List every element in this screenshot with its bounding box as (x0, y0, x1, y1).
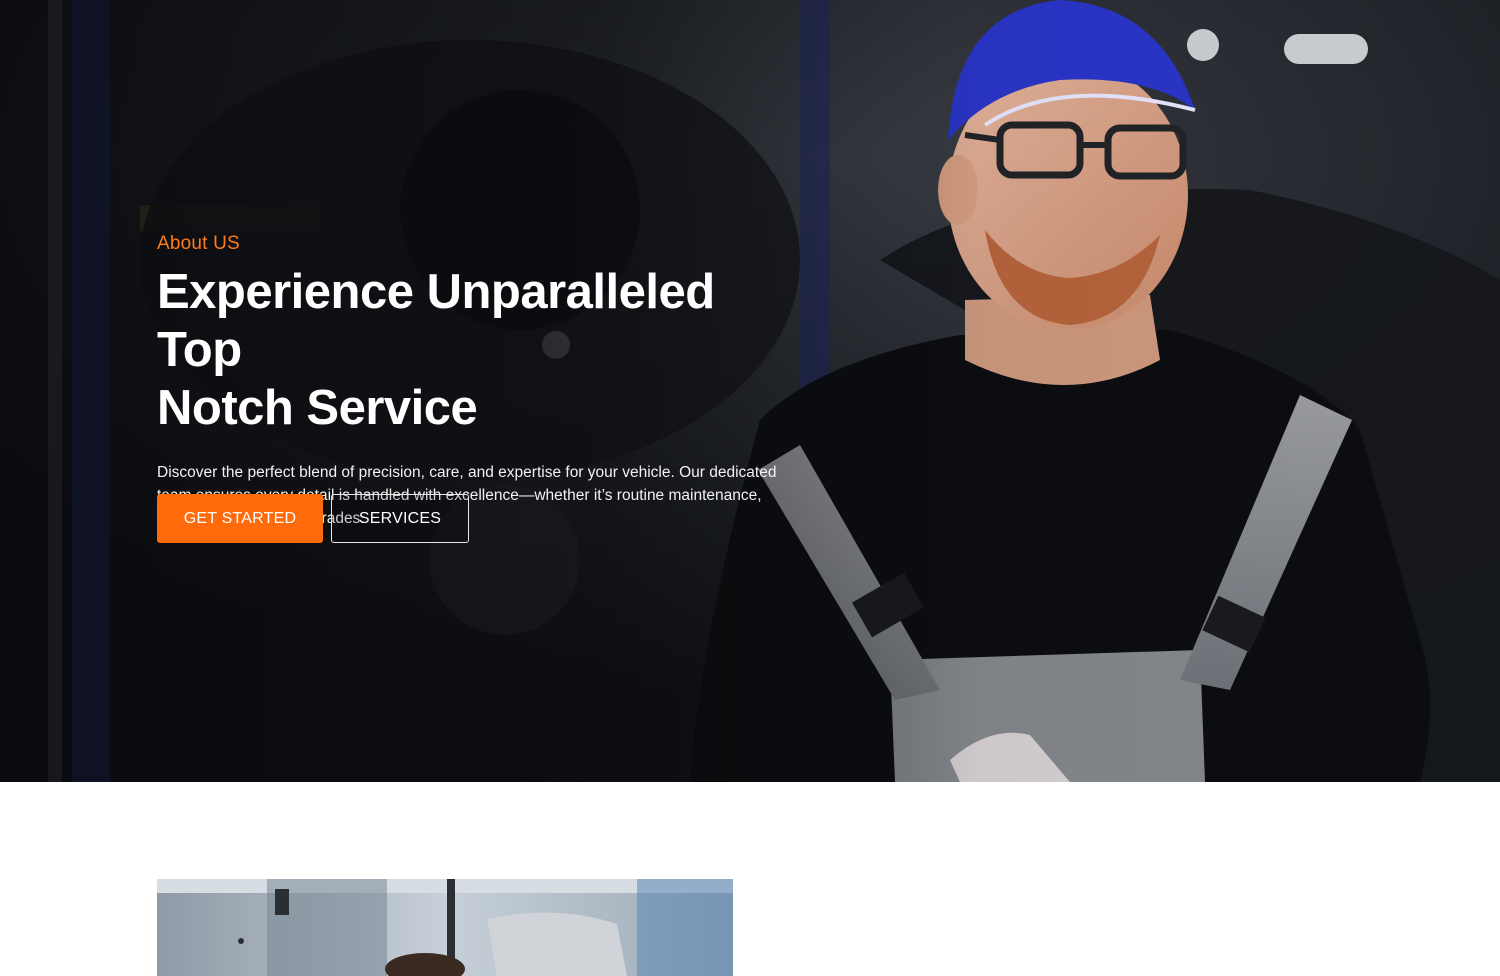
hero-title-line-1: Experience Unparalleled Top (157, 265, 715, 377)
hero-actions: GET STARTED SERVICES (157, 494, 469, 543)
get-started-button[interactable]: GET STARTED (157, 494, 323, 543)
hero-content: About US Experience Unparalleled Top Not… (157, 233, 797, 530)
about-section-image (157, 879, 733, 976)
hero-title: Experience Unparalleled Top Notch Servic… (157, 263, 797, 437)
mechanic-photo (157, 879, 733, 976)
hero-title-line-2: Notch Service (157, 381, 478, 435)
section-eyebrow: About US (157, 233, 240, 254)
hero-section: About US Experience Unparalleled Top Not… (0, 0, 1500, 782)
services-button[interactable]: SERVICES (331, 494, 469, 543)
